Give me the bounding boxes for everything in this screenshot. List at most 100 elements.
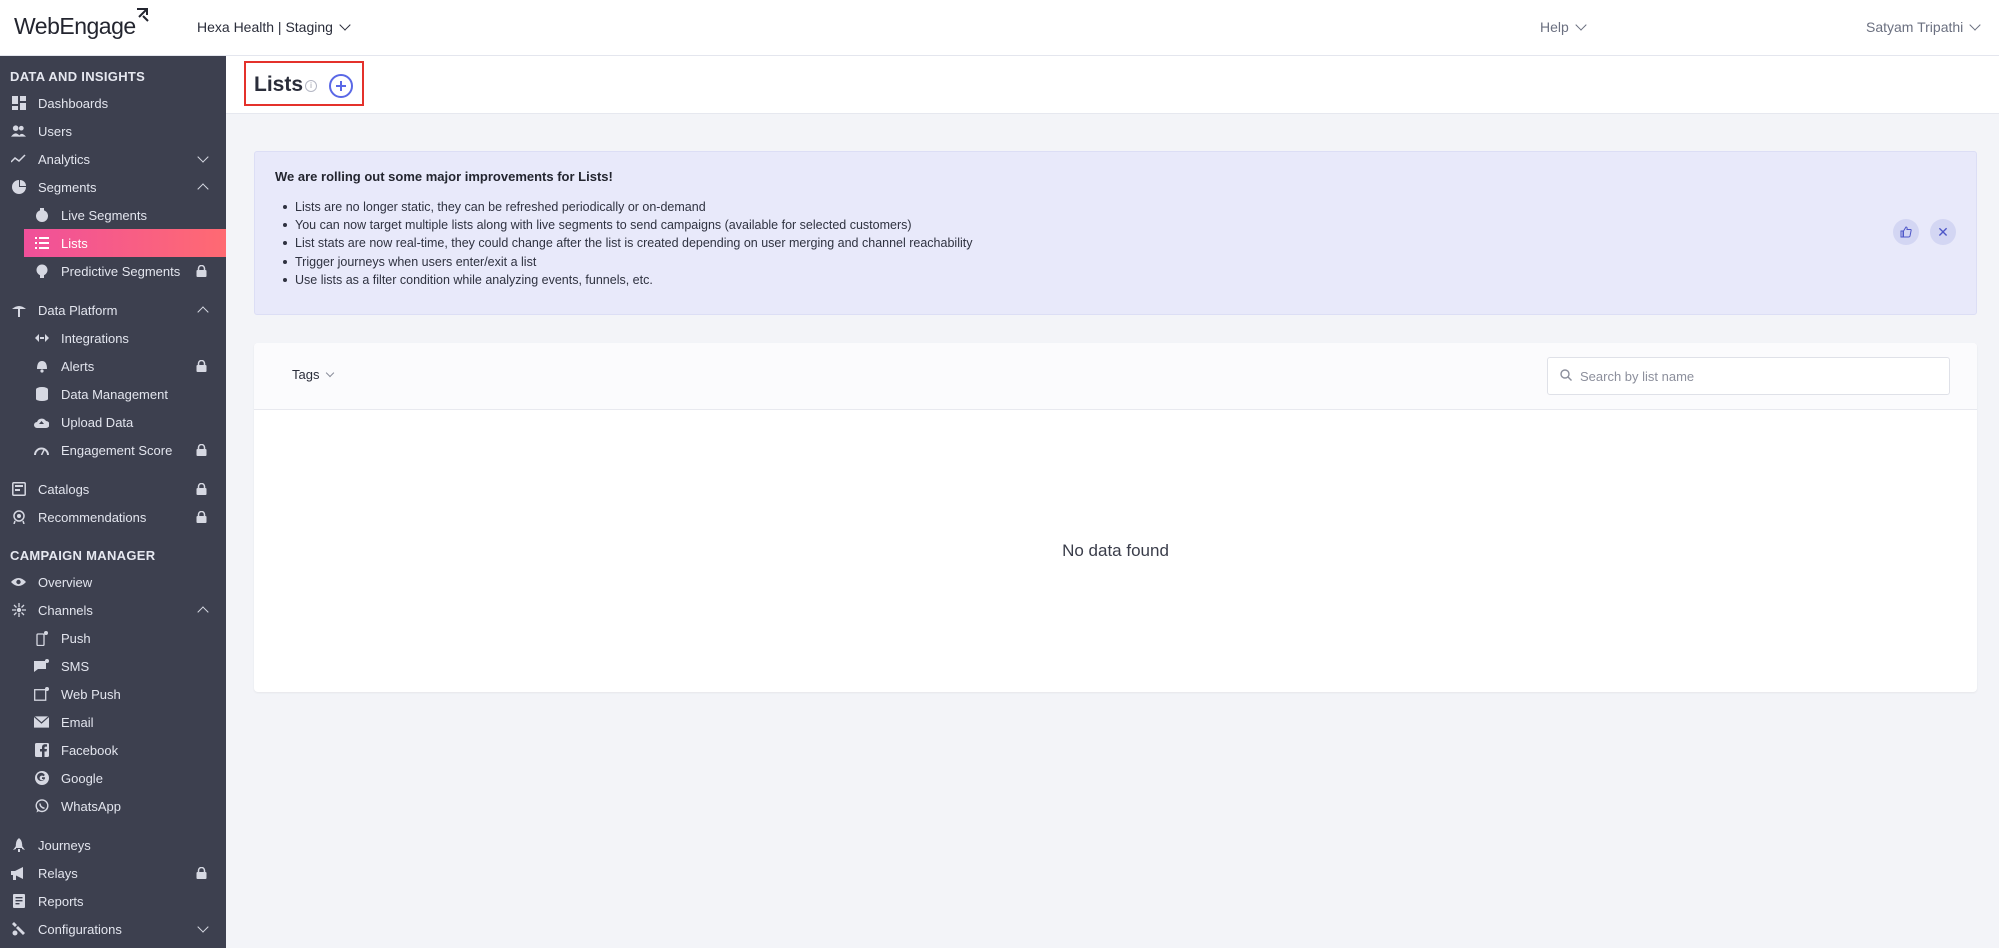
alerts-icon [34, 359, 49, 373]
sidebar-label: Dashboards [38, 95, 109, 111]
sidebar-item-email[interactable]: Email [0, 708, 226, 736]
eye-icon [11, 575, 26, 589]
tags-label: Tags [292, 367, 320, 382]
lock-icon [196, 360, 207, 372]
project-name: Hexa Health | Staging [197, 19, 333, 35]
sidebar-item-data-management[interactable]: Data Management [0, 380, 226, 408]
sidebar-item-analytics[interactable]: Analytics [0, 145, 226, 173]
sidebar-item-data-platform[interactable]: Data Platform [0, 296, 226, 324]
configurations-icon [11, 922, 26, 936]
sidebar-item-integrations[interactable]: Integrations [0, 324, 226, 352]
sidebar-item-journeys[interactable]: Journeys [0, 831, 226, 859]
dashboard-icon [11, 96, 26, 110]
sidebar-item-overview[interactable]: Overview [0, 568, 226, 596]
sidebar-label: Integrations [61, 330, 129, 346]
feedback-button[interactable] [1893, 219, 1919, 245]
sidebar-item-facebook[interactable]: Facebook [0, 736, 226, 764]
sidebar-item-sms[interactable]: SMS [0, 652, 226, 680]
close-banner-button[interactable]: ✕ [1930, 219, 1956, 245]
sidebar-item-channels[interactable]: Channels [0, 596, 226, 624]
chevron-down-icon [326, 368, 335, 377]
analytics-icon [11, 152, 26, 166]
chevron-down-icon [1575, 19, 1587, 31]
chevron-down-icon [339, 19, 351, 31]
sidebar-label: Lists [61, 235, 88, 251]
sidebar-label: Reports [38, 893, 84, 909]
google-icon [34, 771, 49, 785]
section-title-campaign-manager: CAMPAIGN MANAGER [10, 548, 156, 563]
sidebar-label: Push [61, 630, 91, 646]
help-menu[interactable]: Help [1540, 19, 1587, 35]
mobile-push-icon [34, 630, 49, 646]
sidebar-label: Live Segments [61, 207, 147, 223]
sidebar-item-users[interactable]: Users [0, 117, 226, 145]
sidebar-label: Segments [38, 179, 97, 195]
sidebar: DATA AND INSIGHTS Dashboards Users Analy… [0, 56, 226, 948]
sidebar-item-reports[interactable]: Reports [0, 887, 226, 915]
chevron-down-icon [1969, 19, 1981, 31]
whatsapp-icon [34, 799, 49, 813]
add-list-button[interactable] [329, 74, 353, 98]
tags-filter[interactable]: Tags [292, 367, 335, 382]
cloud-upload-icon [34, 415, 49, 429]
recommendations-icon [11, 510, 26, 524]
rocket-icon [11, 837, 26, 852]
pie-chart-icon [11, 180, 26, 194]
sidebar-item-engagement-score[interactable]: Engagement Score [0, 436, 226, 464]
catalog-icon [11, 482, 26, 496]
lock-icon [196, 444, 207, 456]
lists-card: Tags No data found [254, 343, 1977, 692]
logo-text: WebEngage [14, 13, 136, 39]
banner-title: We are rolling out some major improvemen… [275, 169, 613, 184]
sidebar-item-catalogs[interactable]: Catalogs [0, 475, 226, 503]
sidebar-label: Facebook [61, 742, 119, 758]
sidebar-item-relays[interactable]: Relays [0, 859, 226, 887]
user-name: Satyam Tripathi [1866, 19, 1964, 35]
sidebar-item-lists[interactable]: Lists [24, 229, 226, 257]
project-selector[interactable]: Hexa Health | Staging [197, 19, 351, 35]
banner-list: Lists are no longer static, they can be … [281, 198, 972, 289]
search-icon [1560, 369, 1572, 381]
sidebar-item-web-push[interactable]: Web Push [0, 680, 226, 708]
database-icon [34, 387, 49, 401]
sidebar-label: Upload Data [61, 414, 134, 430]
gauge-icon [34, 443, 49, 457]
lists-card-toolbar: Tags [254, 343, 1977, 410]
report-icon [11, 894, 26, 908]
sidebar-label: Catalogs [38, 481, 90, 497]
sidebar-item-alerts[interactable]: Alerts [0, 352, 226, 380]
info-icon[interactable]: i [305, 80, 317, 92]
sidebar-item-predictive-segments[interactable]: Predictive Segments [0, 257, 226, 285]
sidebar-label: Email [61, 714, 94, 730]
chevron-up-icon [197, 306, 209, 318]
sidebar-label: Data Management [61, 386, 168, 402]
user-menu[interactable]: Satyam Tripathi [1866, 19, 1981, 35]
webengage-logo[interactable]: WebEngage [14, 8, 149, 40]
sidebar-item-upload-data[interactable]: Upload Data [0, 408, 226, 436]
top-bar: WebEngage Hexa Health | Staging Help Sat… [0, 0, 1999, 56]
search-box [1547, 357, 1950, 395]
search-input[interactable] [1580, 358, 1940, 394]
banner-list-item: Trigger journeys when users enter/exit a… [281, 253, 972, 271]
section-title-data-insights: DATA AND INSIGHTS [10, 69, 146, 84]
sidebar-label: Recommendations [38, 509, 147, 525]
data-platform-icon [11, 303, 26, 317]
sidebar-item-whatsapp[interactable]: WhatsApp [0, 792, 226, 820]
sms-icon [34, 659, 49, 673]
chevron-up-icon [197, 183, 209, 195]
sidebar-item-recommendations[interactable]: Recommendations [0, 503, 226, 531]
integrations-icon [34, 331, 49, 345]
banner-list-item: List stats are now real-time, they could… [281, 234, 972, 252]
sidebar-item-push[interactable]: Push [0, 624, 226, 652]
lock-icon [196, 511, 207, 523]
sidebar-item-dashboards[interactable]: Dashboards [0, 89, 226, 117]
brain-icon [34, 264, 49, 278]
close-icon: ✕ [1937, 223, 1949, 240]
sidebar-item-google[interactable]: Google [0, 764, 226, 792]
sidebar-item-live-segments[interactable]: Live Segments [0, 201, 226, 229]
sidebar-item-configurations[interactable]: Configurations [0, 915, 226, 943]
sidebar-item-segments[interactable]: Segments [0, 173, 226, 201]
sidebar-label: Analytics [38, 151, 91, 167]
channels-icon [11, 603, 26, 617]
list-icon [34, 236, 49, 250]
